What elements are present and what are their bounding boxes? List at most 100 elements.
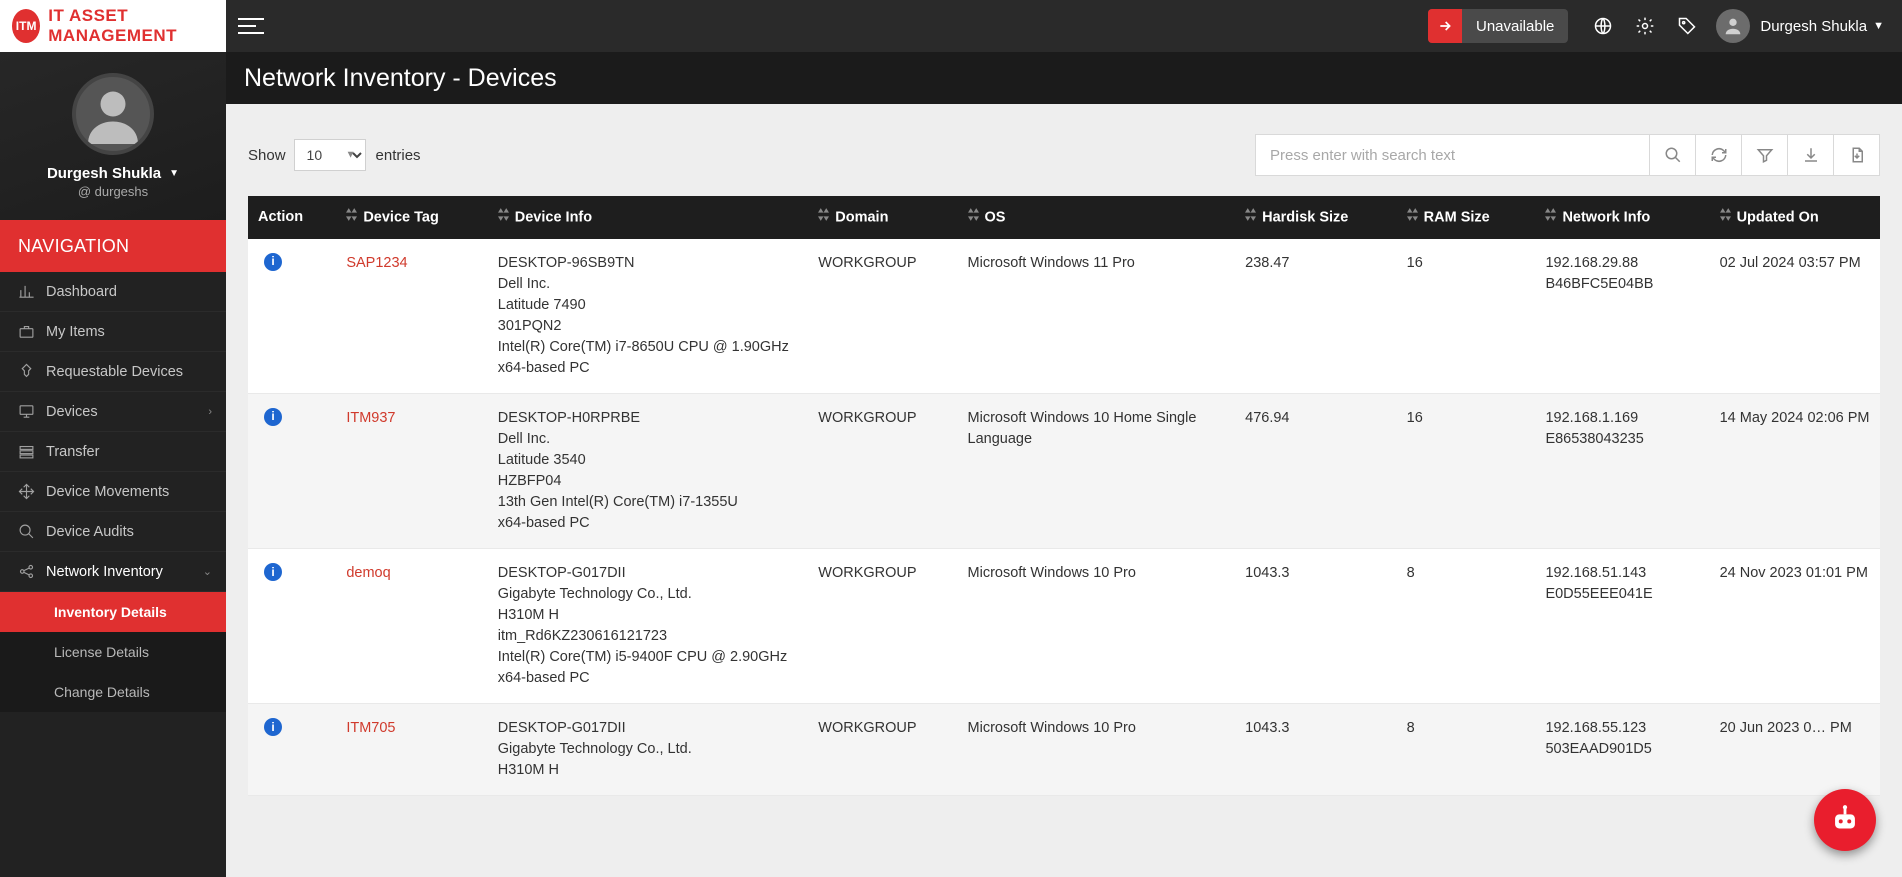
sidebar-item-label: Devices	[46, 404, 98, 420]
refresh-button[interactable]	[1696, 134, 1742, 176]
cell-ram: 8	[1397, 704, 1536, 796]
col-action[interactable]: Action	[248, 196, 336, 239]
tag-icon[interactable]	[1666, 0, 1708, 52]
col-hardisk-size[interactable]: Hardisk Size	[1235, 196, 1397, 239]
page-title: Network Inventory - Devices	[244, 64, 557, 93]
sidebar-item-devices[interactable]: Devices›	[0, 392, 226, 432]
table-controls: Show 10 ▼ entries	[248, 134, 1880, 176]
sidebar-item-label: Requestable Devices	[46, 364, 183, 380]
share-icon	[18, 563, 46, 580]
pin-icon	[18, 363, 46, 380]
cell-hardisk: 1043.3	[1235, 549, 1397, 704]
col-updated-on[interactable]: Updated On	[1710, 196, 1880, 239]
page-size-select[interactable]: 10	[294, 139, 366, 171]
device-tag-link[interactable]: demoq	[346, 565, 390, 581]
row-info-button[interactable]: i	[264, 563, 282, 581]
col-device-tag[interactable]: Device Tag	[336, 196, 487, 239]
chatbot-button[interactable]	[1814, 789, 1876, 851]
profile-name: Durgesh Shukla	[47, 165, 161, 182]
main-content: Show 10 ▼ entries Action Device Tag Devi…	[226, 104, 1902, 877]
sidebar-item-my-items[interactable]: My Items	[0, 312, 226, 352]
cell-network: 192.168.29.88B46BFC5E04BB	[1535, 239, 1709, 394]
sort-icon	[346, 208, 359, 227]
cell-updated: 24 Nov 2023 01:01 PM	[1710, 549, 1880, 704]
cell-device-info: DESKTOP-H0RPRBEDell Inc.Latitude 3540HZB…	[488, 394, 809, 549]
right-controls	[1255, 134, 1880, 176]
cell-os: Microsoft Windows 10 Pro	[958, 704, 1236, 796]
export-file-button[interactable]	[1834, 134, 1880, 176]
cell-updated: 20 Jun 2023 0… PM	[1710, 704, 1880, 796]
cell-domain: WORKGROUP	[808, 394, 957, 549]
cell-domain: WORKGROUP	[808, 239, 957, 394]
user-name: Durgesh Shukla	[1760, 18, 1867, 35]
monitor-icon	[18, 403, 46, 420]
search-input[interactable]	[1255, 134, 1650, 176]
sidebar-subitem-change-details[interactable]: Change Details	[0, 672, 226, 712]
profile-avatar[interactable]	[72, 73, 154, 155]
col-domain[interactable]: Domain	[808, 196, 957, 239]
cell-domain: WORKGROUP	[808, 704, 957, 796]
page-title-bar: Network Inventory - Devices	[226, 52, 1902, 104]
logo[interactable]: ITM IT ASSET MANAGEMENT	[0, 0, 226, 52]
col-device-info[interactable]: Device Info	[488, 196, 809, 239]
sort-icon	[1245, 208, 1258, 227]
topbar: ITM IT ASSET MANAGEMENT Unavailable Durg…	[0, 0, 1902, 52]
sidebar-subitem-inventory-details[interactable]: Inventory Details	[0, 592, 226, 632]
sort-icon	[498, 208, 511, 227]
cell-domain: WORKGROUP	[808, 549, 957, 704]
cell-hardisk: 1043.3	[1235, 704, 1397, 796]
chevron-down-icon: ⌄	[203, 565, 212, 578]
sidebar: Durgesh Shukla ▼ @ durgeshs NAVIGATION D…	[0, 52, 226, 877]
search-icon	[18, 523, 46, 540]
profile-handle: @ durgeshs	[78, 184, 148, 199]
entries-label: entries	[376, 147, 421, 164]
rows-icon	[18, 443, 46, 460]
cell-ram: 8	[1397, 549, 1536, 704]
nav-header: NAVIGATION	[0, 220, 226, 272]
profile-card: Durgesh Shukla ▼ @ durgeshs	[0, 52, 226, 220]
sidebar-toggle-button[interactable]	[226, 0, 276, 52]
unavailable-label: Unavailable	[1462, 18, 1568, 35]
cell-network: 192.168.51.143E0D55EEE041E	[1535, 549, 1709, 704]
table-row: idemoqDESKTOP-G017DIIGigabyte Technology…	[248, 549, 1880, 704]
settings-icon[interactable]	[1624, 0, 1666, 52]
sidebar-item-label: My Items	[46, 324, 105, 340]
device-tag-link[interactable]: ITM937	[346, 410, 395, 426]
logo-badge: ITM	[12, 9, 40, 43]
logo-text: IT ASSET MANAGEMENT	[48, 6, 226, 46]
row-info-button[interactable]: i	[264, 718, 282, 736]
chart-icon	[18, 283, 46, 300]
user-avatar[interactable]	[1716, 9, 1750, 43]
cell-updated: 02 Jul 2024 03:57 PM	[1710, 239, 1880, 394]
move-icon	[18, 483, 46, 500]
unavailable-button[interactable]: Unavailable	[1428, 9, 1568, 43]
col-ram-size[interactable]: RAM Size	[1397, 196, 1536, 239]
sort-icon	[968, 208, 981, 227]
sidebar-subitem-license-details[interactable]: License Details	[0, 632, 226, 672]
sort-icon	[818, 208, 831, 227]
cell-ram: 16	[1397, 394, 1536, 549]
arrow-right-icon	[1428, 9, 1462, 43]
sidebar-item-device-audits[interactable]: Device Audits	[0, 512, 226, 552]
cell-updated: 14 May 2024 02:06 PM	[1710, 394, 1880, 549]
col-network-info[interactable]: Network Info	[1535, 196, 1709, 239]
row-info-button[interactable]: i	[264, 408, 282, 426]
col-os[interactable]: OS	[958, 196, 1236, 239]
sidebar-item-dashboard[interactable]: Dashboard	[0, 272, 226, 312]
sidebar-item-label: Dashboard	[46, 284, 117, 300]
device-tag-link[interactable]: ITM705	[346, 720, 395, 736]
sidebar-item-device-movements[interactable]: Device Movements	[0, 472, 226, 512]
filter-button[interactable]	[1742, 134, 1788, 176]
sidebar-item-transfer[interactable]: Transfer	[0, 432, 226, 472]
profile-menu-caret[interactable]: ▼	[169, 168, 179, 179]
row-info-button[interactable]: i	[264, 253, 282, 271]
device-tag-link[interactable]: SAP1234	[346, 255, 407, 271]
cell-device-info: DESKTOP-96SB9TNDell Inc.Latitude 7490301…	[488, 239, 809, 394]
globe-icon[interactable]	[1582, 0, 1624, 52]
search-button[interactable]	[1650, 134, 1696, 176]
sidebar-item-network-inventory[interactable]: Network Inventory⌄	[0, 552, 226, 592]
user-menu-caret[interactable]: ▼	[1873, 20, 1884, 32]
cell-os: Microsoft Windows 10 Home Single Languag…	[958, 394, 1236, 549]
download-button[interactable]	[1788, 134, 1834, 176]
sidebar-item-requestable-devices[interactable]: Requestable Devices	[0, 352, 226, 392]
